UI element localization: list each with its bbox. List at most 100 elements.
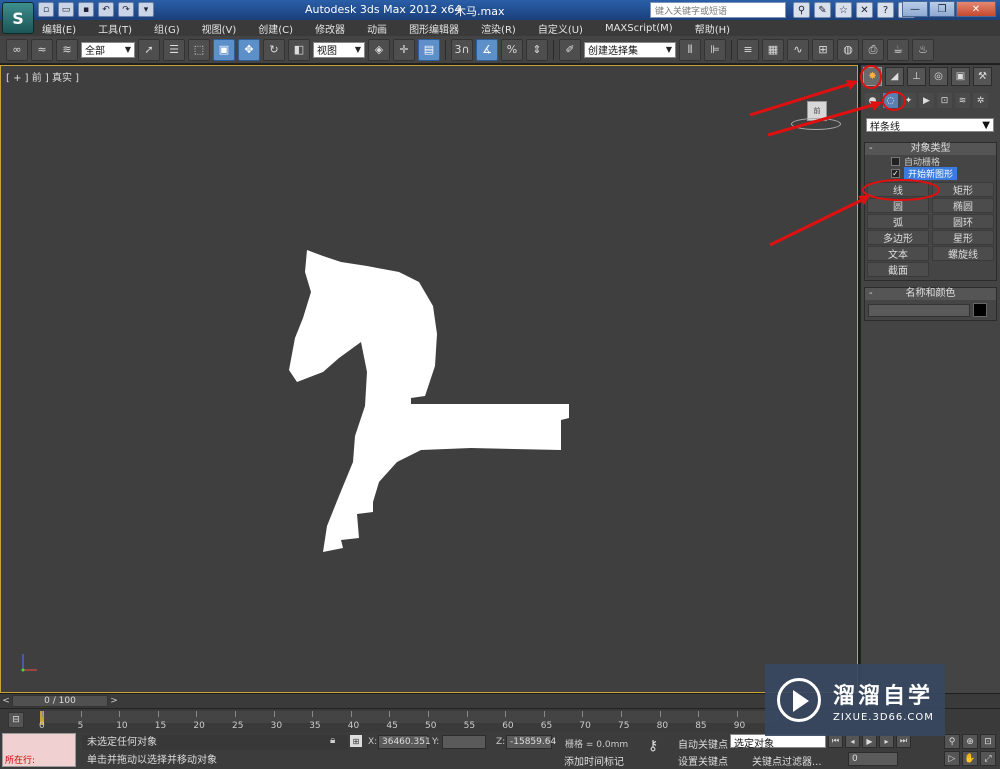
key-filters-button[interactable]: 关键点过滤器... [752, 753, 822, 768]
spinner-snap-icon[interactable]: ⇕ [526, 38, 548, 61]
link-icon[interactable]: ∞ [6, 38, 28, 61]
geometry-icon[interactable]: ● [865, 93, 880, 108]
autogrid-checkbox[interactable]: 自动栅格 [865, 155, 996, 168]
next-frame-icon[interactable]: ▸ [879, 734, 894, 748]
edit-named-selection-icon[interactable]: ✐ [559, 38, 581, 61]
cameras-icon[interactable]: ▶ [919, 93, 934, 108]
menu-customize[interactable]: 自定义(U) [538, 21, 583, 36]
new-file-icon[interactable]: ▫ [38, 2, 54, 17]
front-viewport[interactable]: [ + ] 前 ] 真实 ] 前 [0, 65, 858, 693]
help-icon[interactable]: ? [877, 2, 894, 18]
donut-button[interactable]: 圆环 [932, 214, 994, 229]
binoculars-icon[interactable]: ⚲ [793, 2, 810, 18]
set-key-icon[interactable]: ⚷ [648, 738, 658, 754]
wrench-icon[interactable]: ✎ [814, 2, 831, 18]
viewcube-ring[interactable] [791, 118, 841, 130]
start-new-shape-checkbox[interactable]: ✓ 开始新图形 [865, 166, 996, 180]
menu-tools[interactable]: 工具(T) [98, 21, 132, 36]
y-coordinate-field[interactable] [442, 735, 486, 749]
rectangular-selection-icon[interactable]: ⬚ [188, 38, 210, 61]
text-button[interactable]: 文本 [867, 246, 929, 261]
name-and-color-header[interactable]: - 名称和颜色 [865, 288, 996, 300]
object-type-header[interactable]: - 对象类型 [865, 143, 996, 155]
x-coordinate-field[interactable]: 36460.351 [378, 735, 431, 749]
star-button[interactable]: 星形 [932, 230, 994, 245]
z-coordinate-field[interactable]: -15859.64 [506, 735, 556, 749]
pan-icon[interactable]: ✋ [962, 751, 978, 766]
keyboard-shortcut-override-icon[interactable]: ▤ [418, 38, 440, 61]
redo-icon[interactable]: ↷ [118, 2, 134, 17]
section-button[interactable]: 截面 [867, 262, 929, 277]
goto-end-icon[interactable]: ⏭ [896, 734, 911, 748]
menu-edit[interactable]: 编辑(E) [42, 21, 76, 36]
close-window-icon[interactable]: ✕ [956, 1, 996, 17]
select-and-move-icon[interactable]: ✥ [238, 38, 260, 61]
reference-coordinate-dropdown[interactable]: 视图 ▼ [313, 41, 365, 58]
object-name-input[interactable] [868, 303, 970, 317]
play-icon[interactable]: ▶ [862, 734, 877, 748]
current-frame-input[interactable]: 0 [848, 752, 898, 766]
select-by-name-icon[interactable]: ☰ [163, 38, 185, 61]
quick-access-dropdown-icon[interactable]: ▾ [138, 2, 154, 17]
menu-modifiers[interactable]: 修改器 [315, 21, 345, 36]
star-icon[interactable]: ☆ [835, 2, 852, 18]
line-button[interactable]: 线 [867, 182, 929, 197]
menu-views[interactable]: 视图(V) [202, 21, 237, 36]
track-bar-track[interactable] [40, 711, 780, 723]
utilities-tab-icon[interactable]: ⚒ [973, 67, 992, 86]
menu-rendering[interactable]: 渲染(R) [481, 21, 516, 36]
menu-animation[interactable]: 动画 [367, 21, 387, 36]
selected-objects-dropdown[interactable]: 选定对象 [730, 734, 826, 750]
graphite-tools-icon[interactable]: ▦ [762, 38, 784, 61]
time-slider[interactable]: 0 / 100 [12, 695, 108, 707]
bind-spacewarp-icon[interactable]: ≋ [56, 38, 78, 61]
time-slider-next-icon[interactable]: > [108, 695, 120, 707]
mirror-icon[interactable]: ⫴ [679, 38, 701, 61]
rectangle-button[interactable]: 矩形 [932, 182, 994, 197]
prev-frame-icon[interactable]: ◂ [845, 734, 860, 748]
helpers-icon[interactable]: ⊡ [937, 93, 952, 108]
named-selection-dropdown[interactable]: 创建选择集 ▼ [584, 41, 676, 58]
spacewarps-icon[interactable]: ≋ [955, 93, 970, 108]
render-setup-icon[interactable]: ⎙ [862, 38, 884, 61]
auto-key-button[interactable]: 自动关键点 [678, 736, 728, 751]
snaps-toggle-icon[interactable]: 3 ∩ [451, 38, 473, 61]
lights-icon[interactable]: ✦ [901, 93, 916, 108]
object-color-swatch[interactable] [973, 303, 987, 317]
field-of-view-icon[interactable]: ▷ [944, 751, 960, 766]
goto-start-icon[interactable]: ⏮ [828, 734, 843, 748]
material-editor-icon[interactable]: ◍ [837, 38, 859, 61]
select-and-rotate-icon[interactable]: ↻ [263, 38, 285, 61]
selection-filter-dropdown[interactable]: 全部 ▼ [81, 41, 135, 58]
zoom-extents-icon[interactable]: ⊡ [980, 734, 996, 749]
hierarchy-tab-icon[interactable]: ⊥ [907, 67, 926, 86]
helix-button[interactable]: 螺旋线 [932, 246, 994, 261]
rendered-frame-window-icon[interactable]: ☕ [887, 38, 909, 61]
systems-icon[interactable]: ✲ [973, 93, 988, 108]
select-object-icon[interactable]: ➚ [138, 38, 160, 61]
maxscript-listener[interactable]: 所在行: [2, 733, 76, 767]
restore-icon[interactable]: ❐ [929, 1, 955, 17]
schematic-view-icon[interactable]: ⊞ [812, 38, 834, 61]
motion-tab-icon[interactable]: ◎ [929, 67, 948, 86]
curve-editor-icon[interactable]: ∿ [787, 38, 809, 61]
menu-create[interactable]: 创建(C) [258, 21, 293, 36]
angle-snap-icon[interactable]: ∡ [476, 38, 498, 61]
window-crossing-icon[interactable]: ▣ [213, 38, 235, 61]
unlink-icon[interactable]: ≈ [31, 38, 53, 61]
manipulate-icon[interactable]: ✛ [393, 38, 415, 61]
pivot-center-icon[interactable]: ◈ [368, 38, 390, 61]
app-logo-button[interactable]: S [2, 2, 34, 34]
absolute-mode-icon[interactable]: ⊞ [350, 735, 362, 747]
zoom-all-icon[interactable]: ⊕ [962, 734, 978, 749]
lock-selection-icon[interactable]: 🔒︎ [330, 735, 335, 746]
search-input[interactable]: 键入关键字或短语 [650, 2, 786, 18]
time-slider-prev-icon[interactable]: < [0, 695, 12, 707]
ngon-button[interactable]: 多边形 [867, 230, 929, 245]
arc-button[interactable]: 弧 [867, 214, 929, 229]
display-tab-icon[interactable]: ▣ [951, 67, 970, 86]
align-icon[interactable]: ⊫ [704, 38, 726, 61]
undo-icon[interactable]: ↶ [98, 2, 114, 17]
shape-category-dropdown[interactable]: 样条线 ▼ [866, 118, 994, 133]
modify-tab-icon[interactable]: ◢ [885, 67, 904, 86]
